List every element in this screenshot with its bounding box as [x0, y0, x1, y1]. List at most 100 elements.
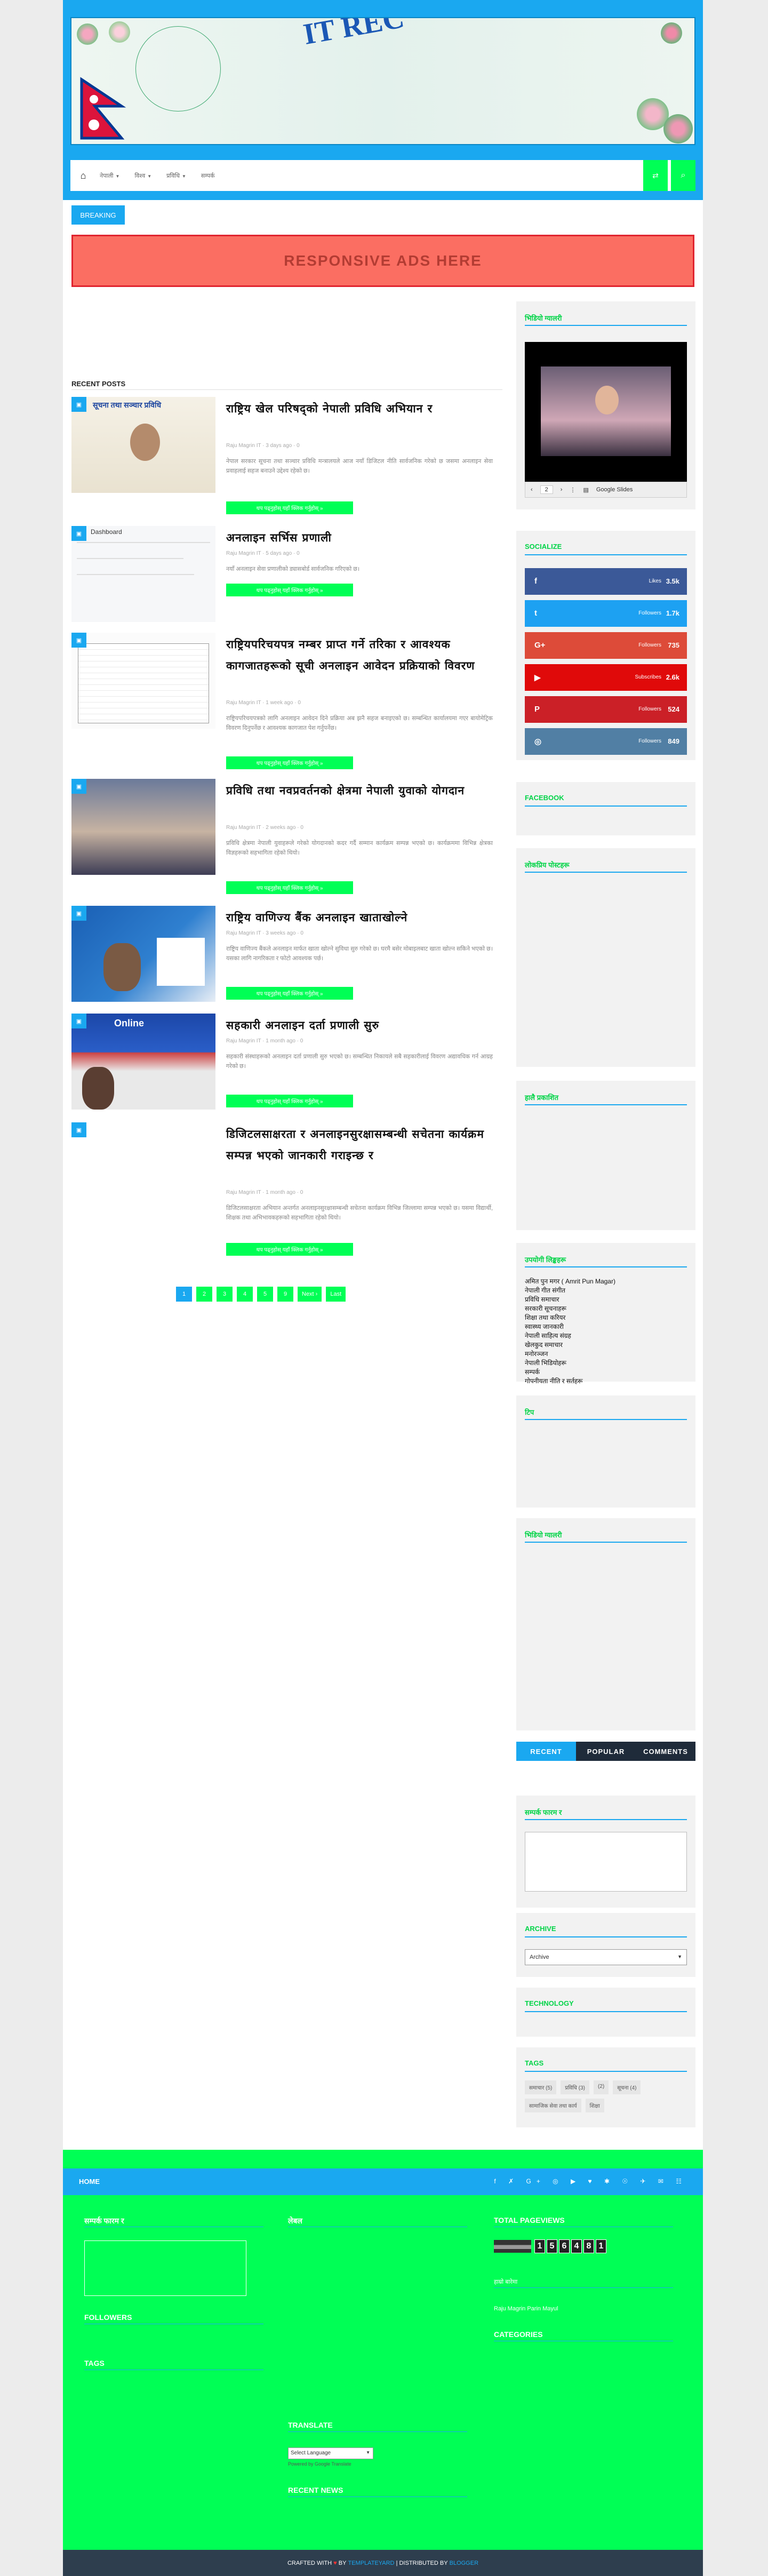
link-item[interactable]: सम्पर्क: [525, 1368, 687, 1377]
social-label: Followers: [638, 642, 661, 648]
form-image: [78, 643, 209, 723]
ad-banner[interactable]: RESPONSIVE ADS HERE: [71, 235, 694, 287]
read-more-button[interactable]: थप पढ्नुहोस् यहाँ क्लिक गर्नुहोस् »: [226, 1243, 353, 1256]
link-item[interactable]: नेपाली भिडियोहरू: [525, 1359, 687, 1368]
slide-page-field[interactable]: 2: [540, 485, 553, 494]
footer-social-icons[interactable]: f ✗ G+ ◎ ▶ ♥ ✱ ☉ ✈ ✉ ☷: [494, 2178, 687, 2185]
link-item[interactable]: नेपाली साहित्य संग्रह: [525, 1331, 687, 1341]
templateyard-link[interactable]: TEMPLATEYARD: [348, 2560, 395, 2566]
post-title[interactable]: अनलाइन सर्भिस प्रणाली: [226, 527, 493, 548]
tag-item[interactable]: सामाजिक सेवा तथा कार्य: [525, 2099, 581, 2112]
facebook-icon: f: [534, 577, 537, 586]
tab-popular[interactable]: POPULAR: [576, 1742, 636, 1761]
last-page-button[interactable]: Last: [326, 1287, 346, 1302]
post-title[interactable]: राष्ट्रियपरिचयपत्र नम्बर प्राप्त गर्ने त…: [226, 634, 493, 676]
social-counter-pinterest[interactable]: P Followers 524: [525, 696, 687, 723]
social-counter-google-plus[interactable]: G+ Followers 735: [525, 632, 687, 659]
post-thumbnail[interactable]: ▣: [71, 906, 215, 1002]
post-title[interactable]: राष्ट्रिय वाणिज्य बैंक अनलाइन खाताखोल्ने: [226, 907, 493, 928]
post-thumbnail[interactable]: ▣: [71, 633, 215, 729]
flower-decoration: [109, 21, 130, 43]
read-more-button[interactable]: थप पढ्नुहोस् यहाँ क्लिक गर्नुहोस् »: [226, 987, 353, 1000]
post-excerpt: नयाँ अनलाइन सेवा प्रणालीको ड्यासबोर्ड सा…: [226, 566, 360, 572]
social-counter-instagram[interactable]: ◎ Followers 849: [525, 728, 687, 755]
link-item[interactable]: स्वास्थ्य जानकारी: [525, 1322, 687, 1331]
nav-item-1[interactable]: नेपाली ▼: [100, 172, 119, 180]
page-button[interactable]: 5: [257, 1287, 273, 1302]
image-icon: ▣: [71, 526, 86, 541]
link-item[interactable]: सरकारी सूचनाहरू: [525, 1304, 687, 1313]
tab-comments[interactable]: COMMENTS: [636, 1742, 695, 1761]
page-button[interactable]: 3: [217, 1287, 233, 1302]
archive-select[interactable]: Archive ▼: [525, 1949, 687, 1965]
tag-item[interactable]: सूचना (4): [613, 2080, 641, 2094]
image-icon: ▣: [71, 906, 86, 921]
nav-item-2[interactable]: विश्व ▼: [134, 172, 151, 180]
more-options-icon[interactable]: ⋮: [570, 487, 575, 493]
nav-item-4[interactable]: सम्पर्क: [201, 172, 215, 180]
post-title[interactable]: राष्ट्रिय खेल परिषद्को नेपाली प्रविधि अभ…: [226, 398, 493, 419]
page-button[interactable]: 4: [237, 1287, 253, 1302]
slides-controls: ‹ 2 › ⋮ ▤ Google Slides: [525, 482, 687, 498]
nav-item-3[interactable]: प्रविधि ▼: [166, 172, 186, 180]
read-more-button[interactable]: थप पढ्नुहोस् यहाँ क्लिक गर्नुहोस् »: [226, 584, 353, 596]
tag-item[interactable]: समाचार (5): [525, 2080, 557, 2094]
footer-heading: CATEGORIES: [494, 2330, 543, 2339]
footer-home-link[interactable]: HOME: [79, 2178, 100, 2186]
post-meta: Raju Magrin IT · 2 weeks ago · 0: [226, 825, 303, 831]
previous-icon[interactable]: ‹: [531, 487, 533, 493]
header-banner[interactable]: IT REC: [70, 17, 695, 145]
link-item[interactable]: प्रविधि समाचार: [525, 1295, 687, 1304]
post-thumbnail[interactable]: ▣: [71, 779, 215, 875]
shuffle-button[interactable]: ⇄: [643, 160, 668, 191]
instagram-icon: ◎: [534, 737, 542, 746]
home-icon[interactable]: ⌂: [70, 160, 96, 191]
post-title[interactable]: डिजिटलसाक्षरता र अनलाइनसुरक्षासम्बन्धी स…: [226, 1123, 493, 1166]
social-count: 2.6k: [666, 673, 679, 681]
read-more-button[interactable]: थप पढ्नुहोस् यहाँ क्लिक गर्नुहोस् »: [226, 501, 353, 514]
search-icon[interactable]: ⌕: [671, 160, 695, 191]
heart-icon: ♥: [333, 2559, 337, 2566]
post-meta: Raju Magrin IT · 5 days ago · 0: [226, 551, 300, 556]
page-button[interactable]: 2: [196, 1287, 212, 1302]
technology-widget: TECHNOLOGY: [516, 1988, 695, 2037]
read-more-button[interactable]: थप पढ्नुहोस् यहाँ क्लिक गर्नुहोस् »: [226, 1095, 353, 1107]
post-excerpt: नेपाल सरकार सूचना तथा सञ्चार प्रविधि मन्…: [226, 458, 493, 474]
social-label: Followers: [638, 706, 661, 712]
video-embed[interactable]: [525, 342, 687, 482]
link-item[interactable]: अमित पुन मगर ( Amrit Pun Magar): [525, 1277, 687, 1286]
post-thumbnail[interactable]: ▣: [71, 1122, 86, 1137]
link-item[interactable]: नेपाली गीत संगीत: [525, 1286, 687, 1295]
link-item[interactable]: खेलकुद समाचार: [525, 1341, 687, 1350]
blogger-link[interactable]: BLOGGER: [450, 2560, 478, 2566]
tab-recent[interactable]: RECENT: [516, 1742, 576, 1761]
tag-item[interactable]: शिक्षा: [585, 2099, 604, 2112]
post-meta: Raju Magrin IT · 1 month ago · 0: [226, 1038, 303, 1044]
language-select[interactable]: Select Language ▼: [288, 2447, 373, 2459]
post-thumbnail[interactable]: सूचना तथा सञ्चार प्रविधि ▣: [71, 397, 215, 493]
post-thumbnail[interactable]: Dashboard ▣: [71, 526, 215, 622]
footer-contact-field[interactable]: [84, 2240, 246, 2296]
post-card: सूचना तथा सञ्चार प्रविधि ▣ राष्ट्रिय खेल…: [71, 397, 502, 514]
read-more-button[interactable]: थप पढ्नुहोस् यहाँ क्लिक गर्नुहोस् »: [226, 756, 353, 769]
contact-message-field[interactable]: [525, 1832, 687, 1892]
tag-item[interactable]: प्रविधि (3): [561, 2080, 589, 2094]
next-icon[interactable]: ›: [561, 487, 563, 493]
social-counter-youtube[interactable]: ▶ Subscribes 2.6k: [525, 664, 687, 691]
page-button[interactable]: 1: [176, 1287, 192, 1302]
link-item[interactable]: शिक्षा तथा करियर: [525, 1313, 687, 1322]
next-page-button[interactable]: Next ›: [298, 1287, 322, 1302]
post-thumbnail[interactable]: Online ▣: [71, 1014, 215, 1110]
social-counter-facebook[interactable]: f Likes 3.5k: [525, 568, 687, 595]
page-button[interactable]: 9: [277, 1287, 293, 1302]
post-title[interactable]: प्रविधि तथा नवप्रवर्तनको क्षेत्रमा नेपाल…: [226, 780, 493, 801]
link-item[interactable]: मनोरञ्जन: [525, 1350, 687, 1359]
site-logo[interactable]: IT REC: [301, 18, 407, 52]
tags-widget: TAGS समाचार (5) प्रविधि (3) (2) सूचना (4) सा…: [516, 2047, 695, 2127]
tag-item[interactable]: (2): [593, 2080, 609, 2094]
social-counter-twitter[interactable]: t Followers 1.7k: [525, 600, 687, 627]
post-title[interactable]: सहकारी अनलाइन दर्ता प्रणाली सुरु: [226, 1015, 493, 1036]
read-more-button[interactable]: थप पढ्नुहोस् यहाँ क्लिक गर्नुहोस् »: [226, 881, 353, 894]
link-item[interactable]: गोपनीयता नीति र सर्तहरू: [525, 1377, 687, 1386]
person-photo: [103, 943, 141, 991]
